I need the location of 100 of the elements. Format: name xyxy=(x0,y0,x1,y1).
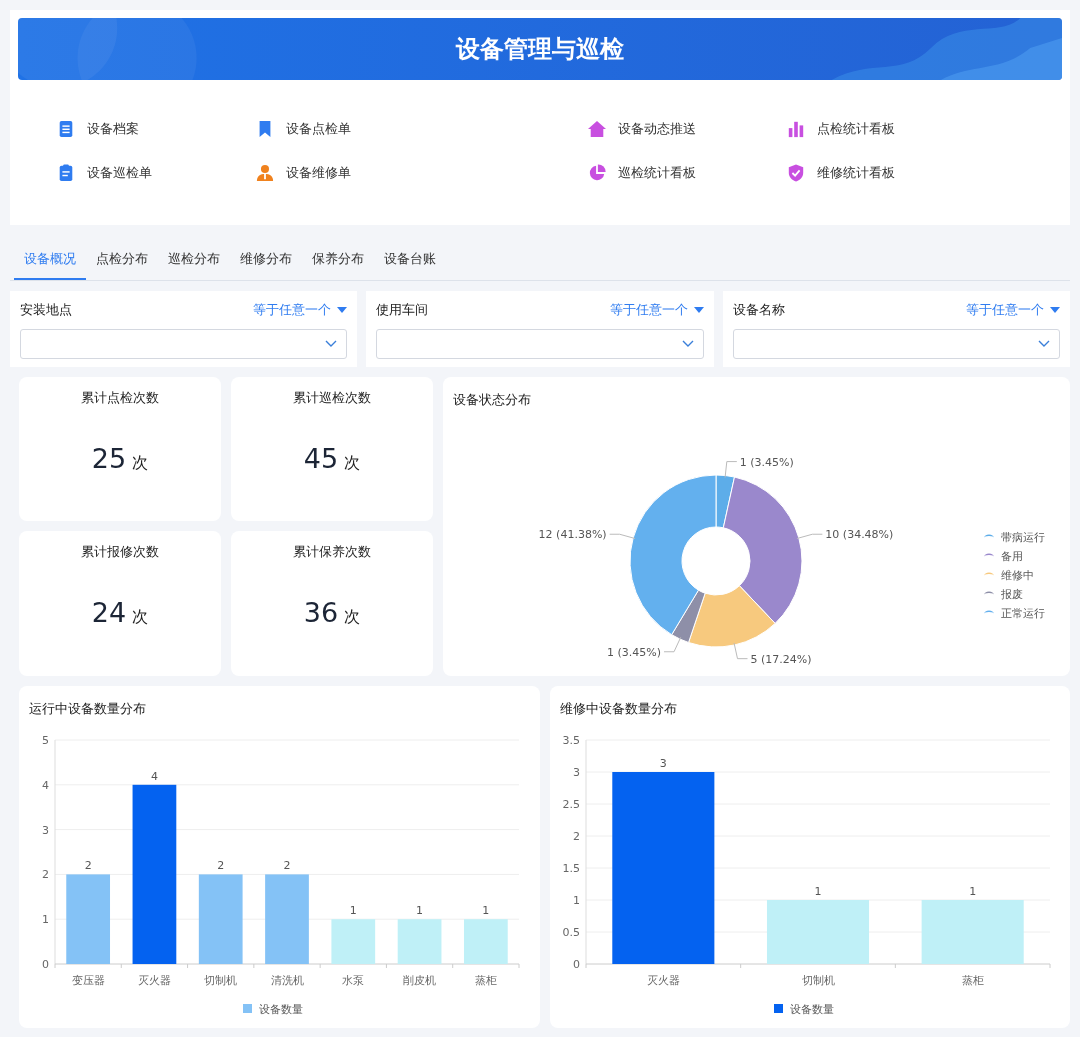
tab[interactable]: 设备台账 xyxy=(374,239,446,280)
tab[interactable]: 巡检分布 xyxy=(158,239,230,280)
chevron-down-icon xyxy=(1038,340,1050,348)
quick-link[interactable]: 点检统计看板 xyxy=(787,118,895,140)
category-label: 清洗机 xyxy=(270,974,304,987)
stat-unit: 次 xyxy=(132,453,149,474)
data-label: 10 (34.48%) xyxy=(825,528,894,542)
axis-label: 1.5 xyxy=(562,862,580,875)
leader-line xyxy=(724,461,738,478)
stat-unit: 次 xyxy=(344,607,361,628)
chart-title: 运行中设备数量分布 xyxy=(29,700,146,718)
stat-value: 45 xyxy=(303,443,339,474)
legend-icon xyxy=(984,553,994,557)
axis-label: 2.5 xyxy=(562,798,580,811)
legend-icon xyxy=(984,534,994,538)
value-label: 4 xyxy=(150,769,158,783)
legend-label[interactable]: 正常运行 xyxy=(1001,607,1045,620)
tab[interactable]: 设备概况 xyxy=(14,239,86,280)
quick-link[interactable]: 设备档案 xyxy=(57,118,139,140)
stat-value: 25 xyxy=(91,443,127,474)
category-label: 水泵 xyxy=(342,974,365,987)
value-label: 1 xyxy=(814,885,822,898)
caret-icon xyxy=(693,307,704,313)
legend-label[interactable]: 设备数量 xyxy=(790,1003,834,1016)
stat-value: 36 xyxy=(303,597,339,628)
axis-label: 1 xyxy=(573,894,580,907)
tab[interactable]: 保养分布 xyxy=(302,239,374,280)
chevron-down-icon xyxy=(681,340,694,348)
axis-label: 0 xyxy=(42,958,49,971)
legend-icon xyxy=(984,610,994,614)
category-label: 切制机 xyxy=(801,974,835,987)
tab[interactable]: 维修分布 xyxy=(230,239,302,280)
legend-icon xyxy=(984,572,994,576)
quick-link[interactable]: 巡检统计看板 xyxy=(588,162,696,184)
axis-label: 2 xyxy=(42,868,49,882)
legend-label[interactable]: 备用 xyxy=(1001,550,1023,563)
quick-link[interactable]: 设备维修单 xyxy=(256,162,351,184)
value-label: 2 xyxy=(217,859,225,873)
filter-label: 设备名称 xyxy=(732,301,785,319)
value-label: 2 xyxy=(84,859,92,873)
axis-label: 0 xyxy=(573,958,580,971)
axis-label: 4 xyxy=(42,778,49,792)
quick-link[interactable]: 维修统计看板 xyxy=(787,162,895,184)
category-label: 蒸柜 xyxy=(961,974,984,987)
chart-title: 设备状态分布 xyxy=(453,391,531,409)
quick-link[interactable]: 设备动态推送 xyxy=(588,118,696,140)
quick-link[interactable]: 设备巡检单 xyxy=(57,162,152,184)
stat-label: 累计巡检次数 xyxy=(293,389,371,407)
legend-label[interactable]: 报废 xyxy=(1001,588,1023,601)
operator-dropdown[interactable]: 等于任意一个 xyxy=(253,301,348,319)
value-label: 1 xyxy=(349,904,357,918)
category-label: 灭火器 xyxy=(137,974,171,987)
operator-dropdown[interactable]: 等于任意一个 xyxy=(966,301,1060,319)
stat-label: 累计保养次数 xyxy=(293,543,371,561)
category-label: 削皮机 xyxy=(403,974,437,987)
stat-unit: 次 xyxy=(132,607,149,628)
leader-line xyxy=(733,642,748,660)
value-label: 1 xyxy=(969,885,977,898)
stat-label: 累计报修次数 xyxy=(81,543,159,561)
value-label: 2 xyxy=(283,859,291,873)
stat-label: 累计点检次数 xyxy=(81,389,159,407)
caret-icon xyxy=(1050,307,1060,313)
data-label: 5 (17.24%) xyxy=(750,652,812,666)
leader-line xyxy=(663,636,682,653)
select-field[interactable] xyxy=(20,329,348,359)
legend-label[interactable]: 带病运行 xyxy=(1001,531,1045,544)
axis-label: 3 xyxy=(573,766,580,779)
legend-icon xyxy=(984,591,994,595)
category-label: 灭火器 xyxy=(646,974,680,987)
leader-line xyxy=(796,533,823,540)
legend-icon xyxy=(243,1004,252,1013)
axis-label: 3 xyxy=(42,823,49,837)
data-label: 1 (3.45%) xyxy=(739,455,794,469)
value-label: 1 xyxy=(416,904,424,918)
legend-icon xyxy=(774,1004,783,1013)
operator-dropdown[interactable]: 等于任意一个 xyxy=(609,301,704,319)
page-title: 设备管理与巡检 xyxy=(456,34,624,65)
filter-label: 使用车间 xyxy=(376,301,429,319)
category-label: 变压器 xyxy=(71,974,105,987)
axis-label: 5 xyxy=(42,734,49,747)
stat-value: 24 xyxy=(91,597,127,628)
chevron-down-icon xyxy=(325,340,338,348)
select-field[interactable] xyxy=(376,329,704,359)
value-label: 3 xyxy=(659,757,667,770)
axis-label: 1 xyxy=(42,913,49,927)
leader-line xyxy=(609,533,636,540)
legend-label[interactable]: 设备数量 xyxy=(259,1003,303,1016)
data-label: 12 (41.38%) xyxy=(538,528,607,542)
chart-title: 维修中设备数量分布 xyxy=(560,700,677,718)
quick-link[interactable]: 设备点检单 xyxy=(256,118,351,140)
tab[interactable]: 点检分布 xyxy=(86,239,158,280)
category-label: 切制机 xyxy=(204,974,238,987)
data-label: 1 (3.45%) xyxy=(607,645,661,659)
axis-label: 0.5 xyxy=(562,926,580,939)
legend-label[interactable]: 维修中 xyxy=(1001,569,1034,582)
category-label: 蒸柜 xyxy=(474,974,497,987)
select-field[interactable] xyxy=(732,329,1060,359)
stat-unit: 次 xyxy=(344,453,361,474)
value-label: 1 xyxy=(482,904,490,918)
filter-label: 安装地点 xyxy=(20,301,72,319)
